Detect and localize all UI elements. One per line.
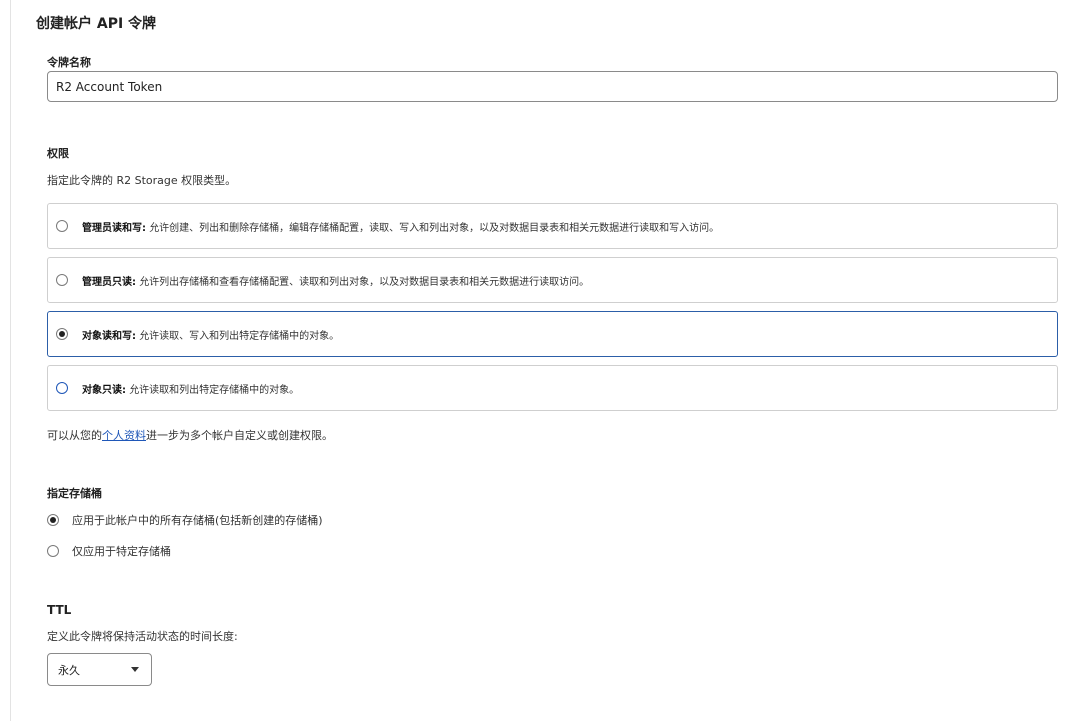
permission-option-object-read-only[interactable]: 对象只读: 允许读取和列出特定存储桶中的对象。 bbox=[47, 365, 1058, 411]
page-title: 创建帐户 API 令牌 bbox=[36, 16, 157, 32]
left-divider bbox=[10, 0, 11, 721]
token-name-label: 令牌名称 bbox=[47, 56, 91, 69]
permission-title: 管理员只读: bbox=[82, 276, 136, 288]
bucket-option-text: 应用于此帐户中的所有存储桶(包括新创建的存储桶) bbox=[72, 514, 323, 527]
radio-icon[interactable] bbox=[56, 274, 68, 286]
radio-icon[interactable] bbox=[47, 545, 59, 557]
ttl-selected-value: 永久 bbox=[58, 663, 80, 677]
ttl-description: 定义此令牌将保持活动状态的时间长度: bbox=[47, 630, 238, 643]
bucket-option-text: 仅应用于特定存储桶 bbox=[72, 545, 171, 558]
token-name-input[interactable] bbox=[47, 71, 1058, 102]
ttl-label: TTL bbox=[47, 603, 72, 617]
permission-title: 对象只读: bbox=[82, 384, 126, 396]
chevron-down-icon bbox=[131, 667, 139, 672]
permission-text: 允许读取、写入和列出特定存储桶中的对象。 bbox=[139, 330, 340, 342]
permission-option-object-read-write[interactable]: 对象读和写: 允许读取、写入和列出特定存储桶中的对象。 bbox=[47, 311, 1058, 357]
ttl-select[interactable]: 永久 bbox=[47, 653, 152, 686]
buckets-label: 指定存储桶 bbox=[47, 487, 102, 500]
permission-option-admin-read-only[interactable]: 管理员只读: 允许列出存储桶和查看存储桶配置、读取和列出对象，以及对数据目录表和… bbox=[47, 257, 1058, 303]
radio-icon[interactable] bbox=[56, 382, 68, 394]
bucket-option-all[interactable]: 应用于此帐户中的所有存储桶(包括新创建的存储桶) bbox=[47, 512, 323, 528]
permission-text: 允许读取和列出特定存储桶中的对象。 bbox=[129, 384, 300, 396]
permissions-description: 指定此令牌的 R2 Storage 权限类型。 bbox=[47, 174, 237, 187]
profile-link[interactable]: 个人资料 bbox=[102, 429, 146, 442]
permission-title: 对象读和写: bbox=[82, 330, 136, 342]
radio-checked-icon[interactable] bbox=[56, 328, 68, 340]
permissions-label: 权限 bbox=[47, 147, 69, 160]
bucket-option-specific[interactable]: 仅应用于特定存储桶 bbox=[47, 543, 171, 559]
radio-checked-icon[interactable] bbox=[47, 514, 59, 526]
permission-option-admin-read-write[interactable]: 管理员读和写: 允许创建、列出和删除存储桶，编辑存储桶配置，读取、写入和列出对象… bbox=[47, 203, 1058, 249]
permissions-helper-text: 可以从您的个人资料进一步为多个帐户自定义或创建权限。 bbox=[47, 429, 333, 442]
permission-title: 管理员读和写: bbox=[82, 222, 146, 234]
permission-text: 允许列出存储桶和查看存储桶配置、读取和列出对象，以及对数据目录表和相关元数据进行… bbox=[139, 276, 590, 288]
permission-text: 允许创建、列出和删除存储桶，编辑存储桶配置，读取、写入和列出对象，以及对数据目录… bbox=[149, 222, 720, 234]
radio-icon[interactable] bbox=[56, 220, 68, 232]
